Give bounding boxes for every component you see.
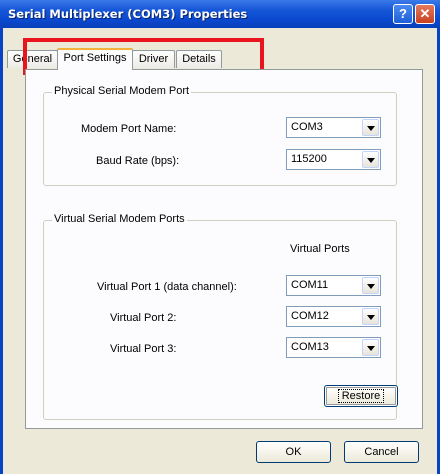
chevron-down-icon[interactable]: [362, 119, 379, 136]
chevron-down-icon[interactable]: [362, 277, 379, 294]
virtual-ports-column-header: Virtual Ports: [290, 243, 350, 255]
restore-button[interactable]: Restore: [324, 385, 398, 407]
virtual-port-3-label: Virtual Port 3:: [110, 343, 177, 355]
help-button[interactable]: ?: [393, 4, 413, 24]
modem-port-name-combo[interactable]: COM3: [286, 117, 381, 138]
virtual-port-2-label: Virtual Port 2:: [110, 312, 177, 324]
physical-port-group: Physical Serial Modem Port Modem Port Na…: [43, 85, 397, 186]
baud-rate-combo[interactable]: 115200: [286, 149, 381, 170]
tab-panel: Physical Serial Modem Port Modem Port Na…: [25, 69, 423, 429]
restore-button-label: Restore: [337, 389, 385, 403]
tab-port-settings[interactable]: Port Settings: [57, 48, 133, 70]
chevron-down-icon[interactable]: [362, 151, 379, 168]
virtual-port-3-value: COM13: [291, 341, 329, 353]
baud-rate-value: 115200: [291, 153, 327, 165]
ok-button[interactable]: OK: [256, 441, 331, 463]
baud-rate-label: Baud Rate (bps):: [96, 155, 180, 167]
properties-window: Serial Multiplexer (COM3) Properties ? ✕…: [0, 0, 440, 474]
virtual-ports-group: Virtual Serial Modem Ports Virtual Ports…: [43, 213, 398, 420]
virtual-port-2-value: COM12: [291, 310, 329, 322]
physical-port-group-title: Physical Serial Modem Port: [52, 85, 192, 97]
window-title: Serial Multiplexer (COM3) Properties: [8, 7, 248, 21]
chevron-down-icon[interactable]: [362, 308, 379, 325]
close-button[interactable]: ✕: [415, 4, 435, 24]
virtual-port-1-label: Virtual Port 1 (data channel):: [97, 281, 237, 293]
virtual-port-2-combo[interactable]: COM12: [286, 306, 381, 327]
virtual-port-1-combo[interactable]: COM11: [286, 275, 381, 296]
cancel-button[interactable]: Cancel: [344, 441, 419, 463]
virtual-port-3-combo[interactable]: COM13: [286, 337, 381, 358]
modem-port-name-value: COM3: [291, 121, 323, 133]
virtual-ports-group-title: Virtual Serial Modem Ports: [52, 213, 187, 225]
virtual-port-1-value: COM11: [291, 279, 329, 291]
title-bar[interactable]: Serial Multiplexer (COM3) Properties ? ✕: [0, 0, 440, 28]
modem-port-name-label: Modem Port Name:: [81, 123, 177, 135]
chevron-down-icon[interactable]: [362, 339, 379, 356]
